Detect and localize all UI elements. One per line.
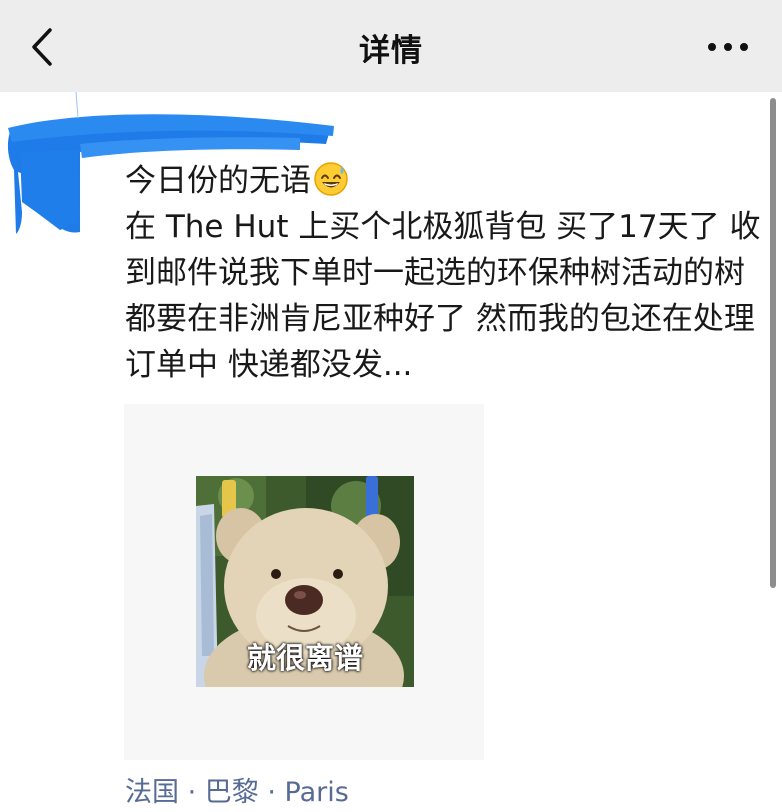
- more-dots-icon: [708, 43, 716, 51]
- sweat-smile-emoji: [313, 161, 349, 197]
- sticker-caption: 就很离谱: [246, 641, 363, 675]
- scrollbar[interactable]: [770, 98, 776, 588]
- post-first-line: 今日份的无语: [125, 163, 311, 199]
- navigation-bar: 详情: [0, 0, 782, 92]
- page-title: 详情: [359, 33, 423, 69]
- moment-detail-screen: 详情 今日份的无语 在 The Hut 上买个北极狐背包 买了17天了 收到邮件…: [0, 0, 782, 812]
- post-body: 在 The Hut 上买个北极狐背包 买了17天了 收到邮件说我下单时一起选的环…: [125, 209, 761, 383]
- bear-sticker-image[interactable]: 就很离谱: [196, 476, 414, 687]
- more-options-button[interactable]: [704, 32, 752, 62]
- location-link[interactable]: 法国 · 巴黎 · Paris: [125, 770, 349, 809]
- post-text: 今日份的无语 在 The Hut 上买个北极狐背包 买了17天了 收到邮件说我下…: [125, 158, 765, 388]
